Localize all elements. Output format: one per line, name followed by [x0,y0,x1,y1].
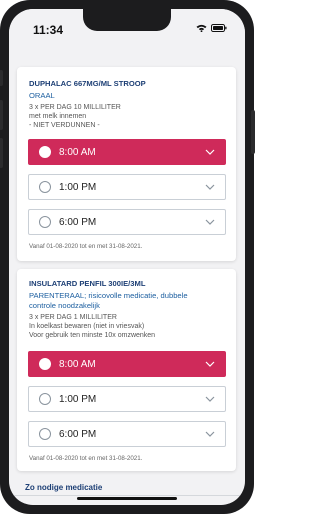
dosage-line: Voor gebruik ten minste 10x omzwenken [29,332,156,339]
medication-name: INSULATARD PENFIL 300IE/3ML [29,279,146,288]
chevron-down-icon [205,431,215,437]
wifi-icon [196,24,207,32]
chevron-down-icon [205,361,215,367]
chevron-down-icon [205,149,215,155]
medication-name: DUPHALAC 667MG/ML STROOP [29,79,146,88]
radio-button[interactable] [39,428,51,440]
radio-button[interactable] [39,216,51,228]
chevron-down-icon [205,219,215,225]
intake-slot-1pm[interactable]: 1:00 PM [28,386,226,412]
radio-button[interactable] [39,146,51,158]
medication-route: PARENTERAAL; risicovolle medicatie, dubb… [29,291,188,300]
medication-card-insulatard: INSULATARD PENFIL 300IE/3ML PARENTERAAL;… [17,269,236,471]
dosage-line: met melk innemen [29,113,87,120]
status-time: 11:34 [33,23,64,37]
slot-time: 6:00 PM [59,217,97,228]
notch [83,9,171,31]
volume-down-button [0,138,3,168]
slot-time: 8:00 AM [59,359,96,370]
intake-slot-6pm[interactable]: 6:00 PM [28,421,226,447]
medication-card-duphalac: DUPHALAC 667MG/ML STROOP ORAAL 3 x PER D… [17,67,236,261]
intake-slot-6pm[interactable]: 6:00 PM [28,209,226,235]
radio-button[interactable] [39,181,51,193]
slot-time: 6:00 PM [59,429,97,440]
dosage-line: In koelkast bewaren (niet in vriesvak) [29,323,145,330]
dosage-line: - NIET VERDUNNEN - [29,122,100,129]
medication-route: ORAAL [29,91,55,100]
radio-button[interactable] [39,358,51,370]
intake-slot-8am[interactable]: 8:00 AM [28,139,226,165]
medication-period: Vanaf 01-08-2020 tot en met 31-08-2021. [29,243,143,250]
intake-slot-1pm[interactable]: 1:00 PM [28,174,226,200]
medication-route: controle noodzakelijk [29,301,100,310]
dosage-line: 3 x PER DAG 1 MILLILITER [29,314,117,321]
home-indicator[interactable] [77,497,177,500]
battery-icon [211,24,227,32]
radio-button[interactable] [39,393,51,405]
volume-up-button [0,100,3,130]
dosage-line: 3 x PER DAG 10 MILLILITER [29,104,121,111]
slot-time: 8:00 AM [59,147,96,158]
status-icons [196,24,227,32]
phone-frame: 11:34 DUPHALAC 667MG/ML STROOP ORAAL 3 x… [0,0,255,514]
section-title-prn-medication[interactable]: Zo nodige medicatie [25,483,102,492]
slot-time: 1:00 PM [59,394,97,405]
chevron-down-icon [205,184,215,190]
medication-period: Vanaf 01-08-2020 tot en met 31-08-2021. [29,455,143,462]
power-button [251,110,255,154]
screen: 11:34 DUPHALAC 667MG/ML STROOP ORAAL 3 x… [9,9,245,505]
slot-time: 1:00 PM [59,182,97,193]
intake-slot-8am[interactable]: 8:00 AM [28,351,226,377]
divider [9,495,245,496]
chevron-down-icon [205,396,215,402]
mute-switch [0,70,3,86]
